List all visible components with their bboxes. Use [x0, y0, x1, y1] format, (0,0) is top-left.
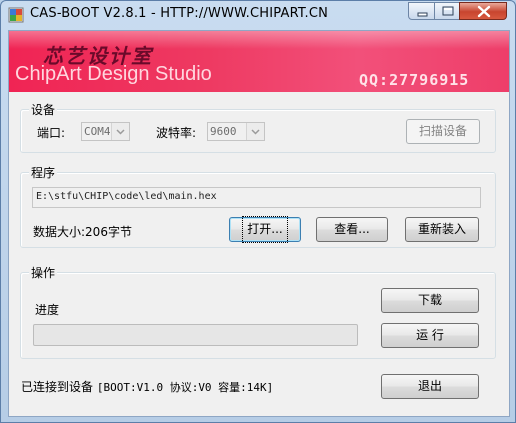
- reload-button[interactable]: 重新装入: [405, 217, 479, 242]
- operation-group: 操作 进度 下载 运 行: [20, 264, 496, 359]
- port-select-value: COM4: [84, 125, 111, 138]
- port-select[interactable]: COM4: [81, 122, 130, 141]
- data-size-label: 数据大小:206字节: [33, 225, 132, 239]
- chevron-down-icon: [116, 129, 125, 135]
- port-label: 端口:: [37, 126, 66, 140]
- scan-device-button[interactable]: 扫描设备: [406, 119, 480, 144]
- baud-select-value: 9600: [210, 125, 237, 138]
- banner-english-name: ChipArt Design Studio: [15, 63, 212, 85]
- title-bar[interactable]: CAS-BOOT V2.8.1 - HTTP://WWW.CHIPART.CN: [1, 1, 515, 29]
- program-group: 程序 E:\stfu\CHIP\code\led\main.hex 数据大小:2…: [20, 164, 496, 248]
- status-details: [BOOT:V1.0 协议:V0 容量:14K]: [96, 381, 274, 394]
- program-group-title: 程序: [29, 164, 58, 181]
- main-panel: 芯艺设计室 ChipArt Design Studio QQ:27796915 …: [8, 30, 510, 417]
- app-window: CAS-BOOT V2.8.1 - HTTP://WWW.CHIPART.CN …: [0, 0, 516, 423]
- maximize-button[interactable]: [434, 2, 460, 20]
- minimize-button[interactable]: [408, 2, 435, 20]
- view-button[interactable]: 查看...: [316, 217, 388, 242]
- brand-banner: 芯艺设计室 ChipArt Design Studio QQ:27796915: [9, 31, 509, 92]
- exit-button[interactable]: 退出: [381, 374, 479, 399]
- device-group: 设备 端口: COM4 波特率: 9600 扫描设备: [20, 101, 496, 153]
- progress-bar: [33, 324, 358, 346]
- baud-select[interactable]: 9600: [207, 122, 265, 141]
- connection-status: 已连接到设备 [BOOT:V1.0 协议:V0 容量:14K]: [21, 378, 273, 395]
- open-file-button[interactable]: 打开...: [229, 216, 301, 243]
- minimize-icon: [417, 12, 428, 17]
- status-text: 已连接到设备: [21, 380, 94, 394]
- maximize-icon: [442, 6, 454, 16]
- device-group-title: 设备: [29, 101, 58, 118]
- download-button[interactable]: 下载: [381, 288, 479, 313]
- file-path-value: E:\stfu\CHIP\code\led\main.hex: [36, 191, 217, 202]
- progress-label: 进度: [35, 303, 60, 317]
- file-path-field[interactable]: E:\stfu\CHIP\code\led\main.hex: [32, 187, 481, 208]
- window-title: CAS-BOOT V2.8.1 - HTTP://WWW.CHIPART.CN: [30, 6, 329, 21]
- baud-label: 波特率:: [156, 126, 197, 140]
- chip-app-icon: [8, 7, 24, 23]
- operation-group-title: 操作: [29, 264, 58, 281]
- close-icon: [477, 5, 491, 18]
- close-button[interactable]: [459, 2, 507, 20]
- banner-qq-number: QQ:27796915: [359, 71, 470, 89]
- run-button[interactable]: 运 行: [381, 323, 479, 348]
- chevron-down-icon: [251, 129, 260, 135]
